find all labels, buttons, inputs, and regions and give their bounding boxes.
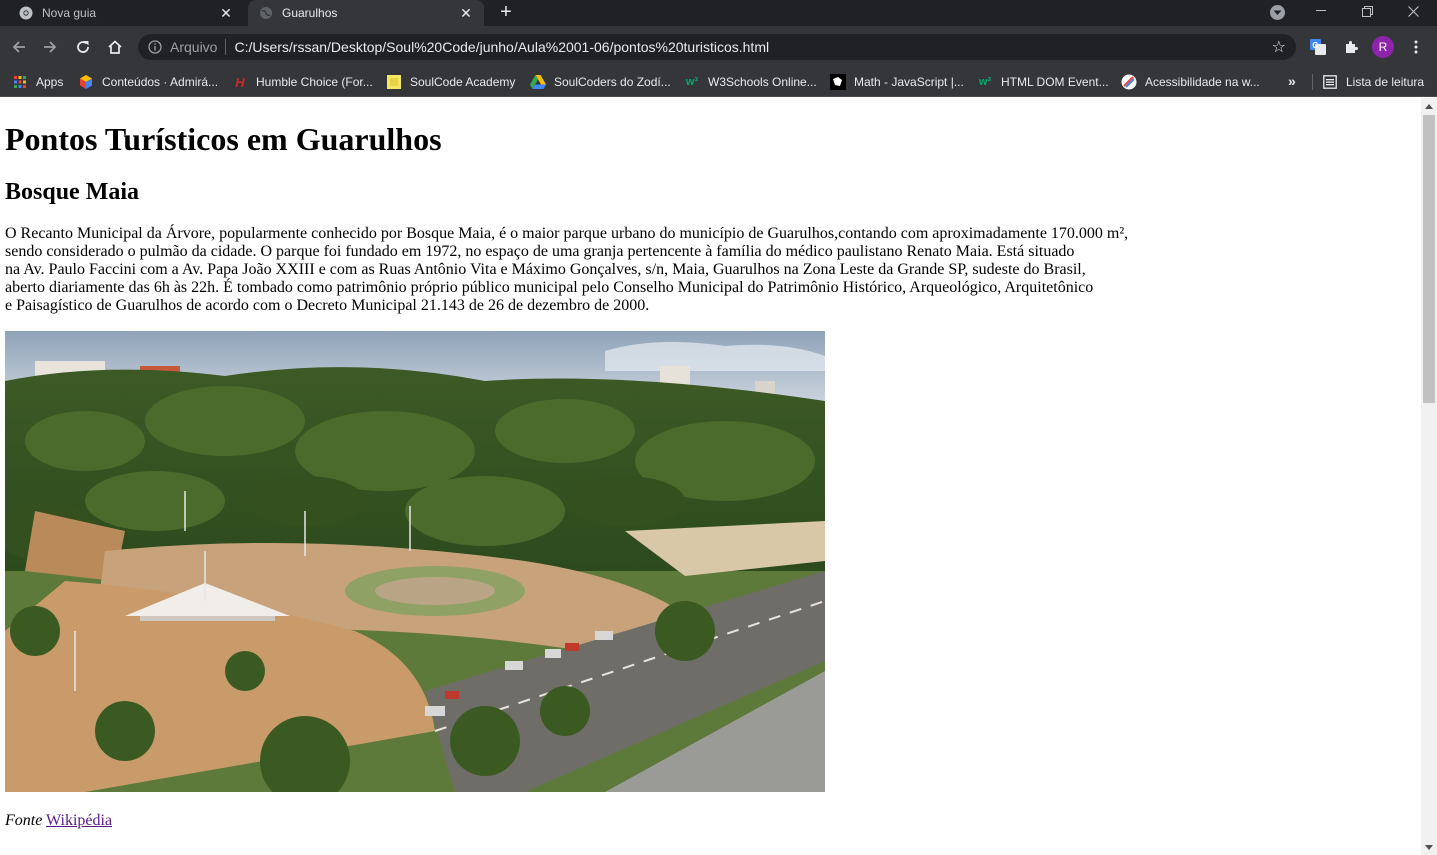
- bookmark-math-javascript[interactable]: Math - JavaScript |...: [830, 71, 964, 93]
- new-tab-button[interactable]: +: [494, 2, 518, 23]
- source-line: Fonte Wikipédia: [5, 812, 112, 830]
- menu-kebab-icon[interactable]: [1404, 35, 1428, 59]
- address-bar[interactable]: Arquivo C:/Users/rssan/Desktop/Soul%20Co…: [138, 34, 1296, 60]
- bookmark-soulcoders[interactable]: SoulCoders do Zodí...: [530, 71, 671, 93]
- omnibox-divider: [225, 39, 227, 55]
- page-viewport: Pontos Turísticos em Guarulhos Bosque Ma…: [0, 98, 1421, 855]
- bookmarks-divider: [1312, 74, 1313, 90]
- file-scheme-label: Arquivo: [170, 39, 218, 55]
- close-tab-icon[interactable]: ✕: [456, 3, 476, 23]
- apps-grid-icon: [12, 74, 28, 90]
- bookmark-star-icon[interactable]: ☆: [1272, 37, 1286, 57]
- chrome-icon: [18, 5, 34, 21]
- browser-toolbar: Arquivo C:/Users/rssan/Desktop/Soul%20Co…: [0, 26, 1437, 68]
- description-paragraph: O Recanto Municipal da Árvore, popularme…: [5, 225, 1145, 315]
- info-icon[interactable]: [148, 40, 162, 54]
- accessibility-icon: [1121, 74, 1137, 90]
- google-translate-icon[interactable]: G: [1306, 35, 1330, 59]
- bookmark-soulcode-academy[interactable]: SoulCode Academy: [386, 71, 515, 93]
- forward-arrow-icon[interactable]: [38, 35, 62, 59]
- bookmark-humble-choice[interactable]: H Humble Choice (For...: [232, 71, 373, 93]
- vertical-scrollbar[interactable]: [1421, 98, 1437, 855]
- reload-icon[interactable]: [71, 35, 95, 59]
- bookmark-label: Acessibilidade na w...: [1145, 75, 1260, 89]
- bookmark-html-dom-events[interactable]: w³ HTML DOM Event...: [977, 71, 1109, 93]
- avatar[interactable]: R: [1372, 36, 1394, 58]
- wikipedia-link[interactable]: Wikipédia: [46, 812, 112, 829]
- close-window-icon[interactable]: [1390, 0, 1436, 22]
- soulcode-icon: [386, 74, 402, 90]
- restore-icon[interactable]: [1344, 0, 1390, 22]
- tab-search-icon[interactable]: [1270, 5, 1285, 20]
- colorful-cube-icon: [78, 74, 94, 90]
- scroll-down-arrow-icon[interactable]: [1421, 839, 1437, 855]
- description-line: O Recanto Municipal da Árvore, popularme…: [5, 225, 1129, 242]
- w3schools-icon: w³: [978, 76, 992, 88]
- description-line: e Paisagístico de Guarulhos de acordo co…: [5, 297, 650, 314]
- home-icon[interactable]: [103, 35, 127, 59]
- minimize-icon[interactable]: [1298, 0, 1344, 22]
- bookmark-label: Humble Choice (For...: [256, 75, 373, 89]
- humble-h-icon: H: [235, 74, 245, 90]
- bookmark-label: HTML DOM Event...: [1001, 75, 1109, 89]
- bookmark-label: Conteúdos · Admirá...: [102, 75, 219, 89]
- description-line: na Av. Paulo Faccini com a Av. Papa João…: [5, 261, 1086, 278]
- tab-new-tab[interactable]: Nova guia ✕: [8, 0, 244, 26]
- tab-title: Nova guia: [42, 6, 97, 20]
- google-drive-icon: [530, 74, 546, 90]
- bookmarks-bar: Apps Conteúdos · Admirá... H Humble Choi…: [0, 68, 1437, 97]
- bookmark-apps[interactable]: Apps: [12, 71, 63, 93]
- w3schools-icon: w³: [685, 76, 699, 88]
- reading-list-label: Lista de leitura: [1346, 75, 1425, 89]
- back-arrow-icon[interactable]: [7, 35, 31, 59]
- bookmark-label: SoulCode Academy: [410, 75, 516, 89]
- section-title: Bosque Maia: [5, 179, 140, 205]
- tab-guarulhos[interactable]: Guarulhos ✕: [248, 0, 484, 26]
- scroll-thumb[interactable]: [1423, 115, 1435, 403]
- park-photo: [5, 331, 825, 792]
- bookmark-conteudos[interactable]: Conteúdos · Admirá...: [78, 71, 218, 93]
- reading-list-icon: [1322, 74, 1338, 90]
- extensions-puzzle-icon[interactable]: [1339, 35, 1363, 59]
- scroll-up-arrow-icon[interactable]: [1421, 98, 1437, 114]
- bookmark-label: Apps: [36, 75, 64, 89]
- reading-list-button[interactable]: Lista de leitura: [1322, 71, 1424, 93]
- bookmark-label: Math - JavaScript |...: [854, 75, 964, 89]
- description-line: aberto diariamente das 6h às 22h. É tomb…: [5, 279, 1094, 296]
- description-line: sendo considerado o pulmão da cidade. O …: [5, 243, 1075, 260]
- source-label: Fonte: [5, 812, 43, 829]
- page-title: Pontos Turísticos em Guarulhos: [5, 121, 442, 157]
- tab-strip: Nova guia ✕ Guarulhos ✕ +: [0, 0, 1437, 26]
- mdn-icon: [830, 74, 846, 90]
- bookmark-w3schools[interactable]: w³ W3Schools Online...: [684, 71, 817, 93]
- tab-title: Guarulhos: [282, 6, 338, 20]
- bookmark-label: W3Schools Online...: [708, 75, 817, 89]
- url-text[interactable]: C:/Users/rssan/Desktop/Soul%20Code/junho…: [234, 39, 1271, 55]
- bookmark-acessibilidade[interactable]: Acessibilidade na w...: [1121, 71, 1260, 93]
- bookmark-label: SoulCoders do Zodí...: [554, 75, 671, 89]
- more-bookmarks-icon[interactable]: »: [1288, 73, 1296, 89]
- svg-text:G: G: [1312, 41, 1318, 50]
- close-tab-icon[interactable]: ✕: [216, 3, 236, 23]
- globe-icon: [258, 5, 274, 21]
